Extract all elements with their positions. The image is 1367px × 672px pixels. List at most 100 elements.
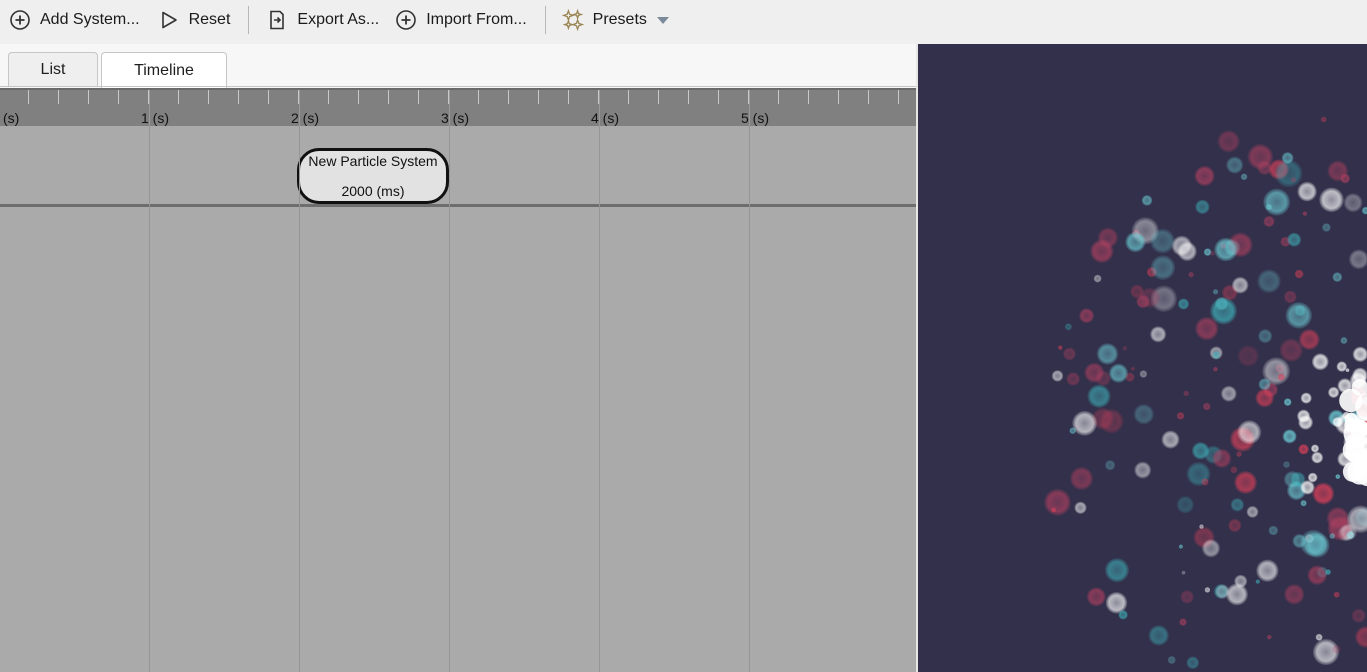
- particle: [1234, 471, 1258, 494]
- particle: [1204, 587, 1211, 593]
- particle: [1177, 298, 1190, 310]
- particle: [1282, 429, 1297, 444]
- particle: [1177, 241, 1197, 262]
- particle: [1064, 323, 1072, 331]
- particle: [1201, 478, 1209, 486]
- particle: [1265, 203, 1272, 211]
- particle: [1336, 361, 1348, 372]
- ruler-tick: [358, 90, 359, 104]
- ruler-label: 4 (s): [591, 110, 619, 126]
- particle: [1212, 351, 1221, 360]
- play-outline-icon: [158, 9, 180, 31]
- particle: [1277, 373, 1286, 381]
- particle: [1202, 402, 1211, 411]
- particle: [1237, 420, 1262, 445]
- particle: [1228, 518, 1242, 533]
- timeline-gridline: [299, 126, 300, 672]
- ruler-tick: [388, 90, 389, 104]
- ruler-tick: [568, 90, 569, 104]
- particle: [1210, 297, 1237, 325]
- ruler-tick: [58, 90, 59, 104]
- particle: [1210, 250, 1215, 256]
- ruler-tick: [508, 90, 509, 104]
- toolbar-separator: [544, 6, 546, 34]
- ruler-tick: [808, 90, 809, 104]
- particle: [1287, 232, 1302, 247]
- chevron-down-icon: [656, 16, 669, 24]
- particle-preview[interactable]: [918, 44, 1367, 672]
- particle: [1332, 272, 1343, 283]
- particle: [1214, 237, 1238, 262]
- particle: [1335, 474, 1341, 480]
- particle: [1340, 336, 1348, 345]
- particle: [1130, 366, 1135, 371]
- particle: [1322, 223, 1331, 232]
- particle: [1150, 255, 1176, 280]
- particle: [1258, 378, 1271, 391]
- particle: [1108, 363, 1129, 383]
- particle: [1328, 386, 1340, 398]
- timeline-gridline: [149, 126, 150, 672]
- reset-button[interactable]: Reset: [158, 0, 230, 40]
- particle: [1122, 346, 1128, 351]
- tab-divider: [0, 86, 916, 87]
- particle: [1319, 187, 1344, 213]
- particle-system-name: New Particle System: [308, 153, 438, 169]
- particle: [1104, 460, 1116, 471]
- export-icon: [266, 9, 288, 31]
- particle: [1263, 188, 1291, 216]
- particle: [1069, 427, 1077, 435]
- particle: [1281, 152, 1294, 164]
- particle-canvas: [1044, 116, 1367, 670]
- import-from-label: Import From...: [426, 11, 527, 28]
- tab-list[interactable]: List: [8, 52, 98, 86]
- ruler-tick: [868, 90, 869, 104]
- timeline-view[interactable]: (s) 1 (s) 2 (s) 3 (s) 4 (s) 5 (s) New Particl…: [0, 88, 916, 672]
- particle: [1199, 524, 1204, 529]
- particle: [1311, 451, 1324, 464]
- particle: [1297, 409, 1311, 423]
- tab-timeline[interactable]: Timeline: [101, 52, 227, 88]
- particle: [1136, 294, 1150, 309]
- track-divider: [0, 204, 916, 207]
- ruler-label: 2 (s): [291, 110, 319, 126]
- particle: [1304, 532, 1330, 558]
- particle: [1215, 584, 1230, 599]
- import-from-button[interactable]: Import From...: [395, 0, 527, 40]
- presets-dropdown[interactable]: Presets: [561, 0, 669, 40]
- add-system-label: Add System...: [40, 11, 140, 28]
- ruler-tick: [328, 90, 329, 104]
- particle: [1179, 618, 1187, 626]
- timeline-gridline: [449, 126, 450, 672]
- particle: [1266, 634, 1272, 640]
- particle: [1332, 416, 1343, 428]
- particle: [1180, 590, 1194, 604]
- time-ruler[interactable]: (s) 1 (s) 2 (s) 3 (s) 4 (s) 5 (s): [0, 88, 916, 128]
- particle: [1093, 274, 1102, 283]
- add-system-button[interactable]: Add System...: [9, 0, 140, 40]
- particle: [1167, 655, 1176, 665]
- particle: [1256, 559, 1279, 582]
- export-as-button[interactable]: Export As...: [266, 0, 379, 40]
- particle: [1051, 370, 1064, 382]
- ruler-tick: [538, 90, 539, 104]
- particle: [1161, 430, 1180, 449]
- ruler-label: 1 (s): [141, 110, 169, 126]
- particle: [1058, 345, 1063, 350]
- ruler-label: 5 (s): [741, 110, 769, 126]
- particle: [1191, 442, 1210, 460]
- particle: [1070, 466, 1094, 491]
- particle-system-block[interactable]: New Particle System 2000 (ms): [297, 148, 449, 204]
- toolbar-separator: [248, 6, 250, 34]
- ruler-tick: [478, 90, 479, 104]
- particle: [1134, 461, 1152, 479]
- tab-timeline-label: Timeline: [134, 61, 194, 79]
- particle: [1307, 472, 1318, 483]
- particle: [1148, 625, 1169, 646]
- ruler-tick: [208, 90, 209, 104]
- particle: [1183, 390, 1190, 397]
- particle: [1084, 362, 1105, 383]
- particle: [1307, 565, 1328, 585]
- particle: [1257, 269, 1281, 294]
- particle: [1044, 488, 1071, 516]
